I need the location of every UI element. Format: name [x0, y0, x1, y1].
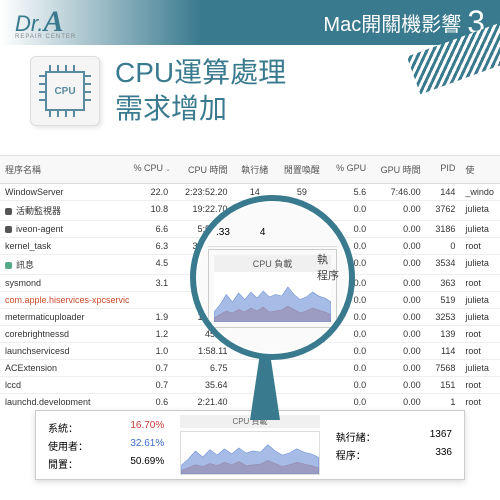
summary-panel: 系統：16.70% 使用者：32.61% 閒置：50.69% CPU 負載 執行… — [35, 410, 465, 480]
column-cputime[interactable]: CPU 時間 — [173, 160, 232, 179]
column-user[interactable]: 使 — [460, 160, 500, 179]
cpu-load-chart — [214, 272, 331, 322]
column-gputime[interactable]: GPU 時間 — [371, 160, 425, 179]
table-header-row[interactable]: 程序名稱 % CPU⌄ CPU 時間 執行緒 閒置喚醒 % GPU GPU 時間… — [0, 155, 500, 184]
mini-chart-label: CPU 負載 — [180, 415, 320, 428]
logo: Dr.A REPAIR CENTER — [15, 5, 76, 40]
column-name[interactable]: 程序名稱 — [0, 160, 129, 179]
header-title: Mac開關機影響 — [323, 8, 461, 37]
cpu-icon: CPU — [30, 56, 100, 126]
cpu-load-label: CPU 負載 — [214, 255, 331, 272]
magnifier-overlay: .334 CPU 負載 執程序 — [190, 195, 355, 360]
table-row[interactable]: launchd.development0.62:21.400.00.001roo… — [0, 394, 500, 405]
mini-cpu-chart — [180, 431, 320, 475]
column-wake[interactable]: 閒置喚醒 — [277, 160, 327, 179]
title-section: CPU CPU運算處理 需求增加 — [30, 55, 286, 128]
main-title: CPU運算處理 需求增加 — [115, 55, 286, 128]
column-threads[interactable]: 執行緒 — [233, 160, 278, 179]
thread-proc-stats: 執行緒：1367 程序：336 — [324, 411, 464, 479]
table-row[interactable]: ACExtension0.76.750.00.007568julieta — [0, 360, 500, 377]
table-row[interactable]: lccd0.735.640.00.00151root — [0, 377, 500, 394]
cpu-percent-stats: 系統：16.70% 使用者：32.61% 閒置：50.69% — [36, 411, 176, 479]
header-bar: Dr.A REPAIR CENTER Mac開關機影響 3 — [0, 0, 500, 45]
column-gpu[interactable]: % GPU — [327, 160, 372, 179]
column-pid[interactable]: PID — [426, 160, 461, 179]
column-cpu[interactable]: % CPU⌄ — [129, 160, 174, 179]
